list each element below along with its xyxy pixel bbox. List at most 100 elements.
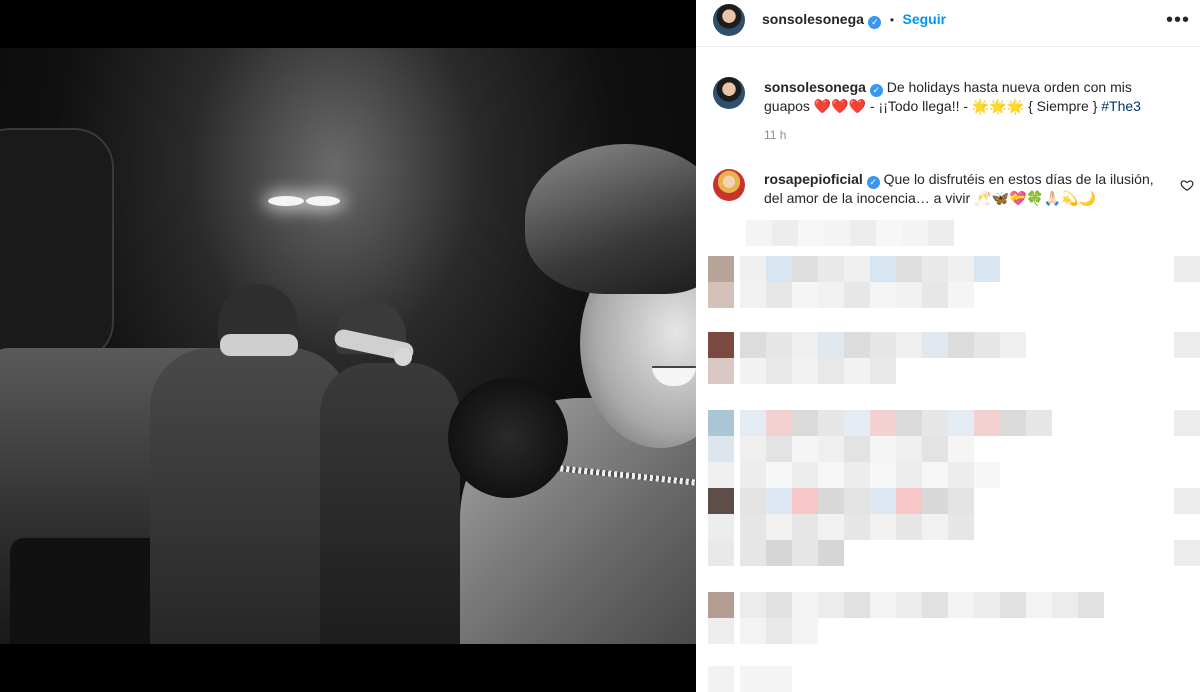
caption-author-avatar[interactable] [713,77,745,109]
blurred-comment-block [818,514,844,540]
santa-hat-two-pompom [394,348,412,366]
blurred-comment-block [922,592,948,618]
blurred-comment-block [798,220,824,246]
blurred-comment-block [948,282,974,308]
blurred-comment-block [1000,410,1026,436]
blurred-avatar [708,462,734,488]
blurred-comment-block [974,592,1000,618]
commenter-avatar[interactable] [713,169,745,201]
blurred-avatar [708,488,734,514]
blurred-comment-block [740,618,766,644]
blurred-comment-block [792,540,818,566]
blurred-comment-block [766,514,792,540]
blurred-comment-block [772,220,798,246]
blurred-comment-block [1052,592,1078,618]
blurred-comment-block [928,220,954,246]
blurred-comment-block [740,540,766,566]
roof-light-left [268,196,304,206]
verified-badge-icon: ✓ [868,16,882,29]
caption-verified-badge-icon: ✓ [869,84,883,97]
blurred-comment-block [766,462,792,488]
blurred-comment-block [870,592,896,618]
blurred-comment-block [896,410,922,436]
blurred-comment-block [922,282,948,308]
blurred-comment-block [948,436,974,462]
blurred-comment-block [824,220,850,246]
blurred-comment-block [740,514,766,540]
post-timestamp[interactable]: 11 h [764,128,786,142]
blurred-comment-block [922,488,948,514]
blurred-comment-block [948,332,974,358]
header-divider [696,46,1200,47]
headrest [0,128,114,362]
blurred-comment-block [844,256,870,282]
blurred-comment-block [792,592,818,618]
caption-hashtag[interactable]: #The3 [1101,98,1141,114]
blurred-comment-block [740,462,766,488]
blurred-comment-block [1000,592,1026,618]
blurred-comment-block [792,462,818,488]
blurred-comment-block [792,514,818,540]
passenger-two [320,363,460,644]
blurred-comment-block [740,358,766,384]
author-avatar[interactable] [713,4,745,36]
blurred-avatar [708,436,734,462]
blurred-comment-block [922,332,948,358]
blurred-comment-block [974,256,1000,282]
blurred-comment-block [870,332,896,358]
blurred-like-icon [1174,332,1200,358]
fur-collar [448,378,568,498]
blurred-comment-block [766,488,792,514]
blurred-like-icon [1174,410,1200,436]
blurred-comment-block [844,282,870,308]
comment-item: rosapepioficial ✓ Que lo disfrutéis en e… [764,170,1164,207]
blurred-comment-block [818,462,844,488]
blurred-comment-block [948,488,974,514]
post-photo[interactable] [0,48,696,644]
follow-button[interactable]: Seguir [902,11,946,27]
blurred-comment-block [948,410,974,436]
blurred-comment-block [792,358,818,384]
blurred-comment-block [870,282,896,308]
blurred-comment-block [844,358,870,384]
blurred-comment-block [740,592,766,618]
like-comment-heart-icon[interactable] [1180,178,1194,192]
comment-username[interactable]: rosapepioficial [764,171,863,187]
pixelated-comments-area [696,220,1200,692]
blurred-avatar [708,358,734,384]
blurred-avatar [708,592,734,618]
blurred-comment-block [740,410,766,436]
post-caption: sonsolesonega ✓ De holidays hasta nueva … [764,78,1164,115]
blurred-comment-block [870,358,896,384]
blurred-avatar [708,618,734,644]
blurred-comment-block [792,488,818,514]
blurred-avatar [708,282,734,308]
blurred-comment-block [818,410,844,436]
author-username[interactable]: sonsolesonega [762,11,864,27]
blurred-comment-block [740,282,766,308]
post-side-panel: sonsolesonega ✓ • Seguir ••• sonsolesone… [696,0,1200,692]
blurred-comment-block [896,332,922,358]
blurred-comment-block [896,592,922,618]
blurred-comment-block [974,410,1000,436]
more-options-icon[interactable]: ••• [1166,9,1190,32]
blurred-comment-block [948,592,974,618]
santa-hat-one-brim [220,334,298,356]
blurred-avatar [708,332,734,358]
blurred-comment-block [876,220,902,246]
blurred-comment-block [844,436,870,462]
blurred-comment-block [902,220,928,246]
blurred-like-icon [1174,540,1200,566]
blurred-comment-block [870,488,896,514]
blurred-comment-block [974,462,1000,488]
blurred-comment-block [766,618,792,644]
post-header: sonsolesonega ✓ • Seguir [762,11,946,29]
blurred-comment-block [844,514,870,540]
woman-hair [525,144,696,294]
caption-username[interactable]: sonsolesonega [764,79,866,95]
header-separator: • [889,13,895,27]
blurred-comment-block [818,540,844,566]
blurred-comment-block [792,410,818,436]
blurred-comment-block [740,256,766,282]
blurred-avatar [708,410,734,436]
